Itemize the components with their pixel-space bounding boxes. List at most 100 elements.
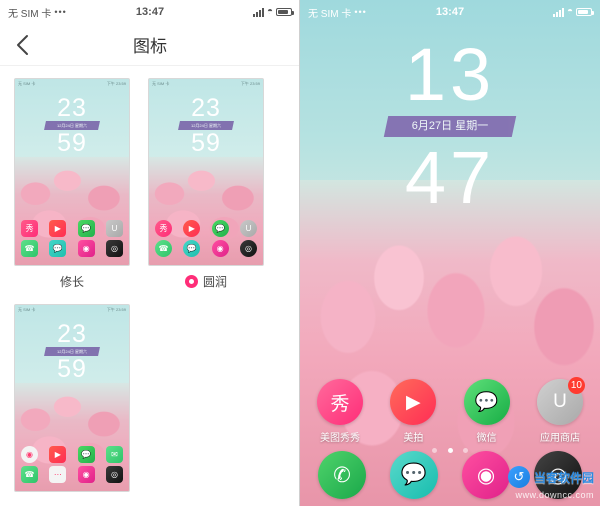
mini-clock: 23 12月24日 星期六 59 xyxy=(15,94,129,157)
watermark-url: www.downcc.com xyxy=(515,490,594,500)
mini-app-icon: ◉ xyxy=(21,446,38,463)
mini-clock-hour: 23 xyxy=(57,94,87,122)
selected-radio-icon[interactable] xyxy=(184,275,198,288)
watermark: ↺ 当客软件园 xyxy=(507,466,594,488)
icon-style-option-1[interactable]: 无 SIM 卡 下午 23:59 23 12月24日 星期六 59 秀 ▶ 💬 … xyxy=(14,78,130,290)
mini-time-label: 下午 23:59 xyxy=(106,306,126,312)
icon-style-option-3[interactable]: 无 SIM 卡 下午 23:59 23 12月24日 星期六 59 ◉ ▶ 💬 … xyxy=(14,304,130,499)
mini-clock-hour: 23 xyxy=(191,94,221,122)
icon-style-caption-2: 圆润 xyxy=(148,266,264,290)
mini-app-icon: ⋯ xyxy=(49,466,67,483)
thumbnail-preview[interactable]: 无 SIM 卡 下午 23:59 23 12月24日 星期六 59 ◉ ▶ 💬 … xyxy=(14,304,130,492)
mini-app-icon: 秀 xyxy=(155,220,172,237)
mini-app-icon: ◎ xyxy=(105,240,123,257)
mini-app-icon: ◎ xyxy=(239,240,257,257)
right-status-bar: 无 SIM 卡 ••• 13:47 ◓ xyxy=(300,0,600,24)
mini-app-icon: ☎ xyxy=(155,240,172,257)
lockscreen-clock: 13 6月27日 星期一 47 xyxy=(300,33,600,219)
thumbnail-preview[interactable]: 无 SIM 卡 下午 23:59 23 12月24日 星期六 59 秀 ▶ 💬 … xyxy=(148,78,264,266)
status-left-group: 无 SIM 卡 ••• xyxy=(8,5,67,20)
phone-glyph: ✆ xyxy=(333,463,351,487)
icon-style-label: 圆润 xyxy=(202,275,227,289)
watermark-text: 当客软件园 xyxy=(533,470,594,485)
mini-date-label: 12月24日 星期六 xyxy=(56,123,87,128)
browser-glyph: ◉ xyxy=(476,463,496,487)
mini-clock-minute: 59 xyxy=(191,129,221,157)
mini-app-icon: ◎ xyxy=(105,466,123,483)
date-banner: 6月27日 星期一 xyxy=(383,116,517,137)
appstore-icon[interactable]: U 10 xyxy=(536,377,585,425)
battery-icon xyxy=(276,8,294,16)
mini-clock-minute: 59 xyxy=(57,355,87,383)
appstore-glyph: U xyxy=(553,391,567,412)
mini-status-bar: 无 SIM 卡 下午 23:59 xyxy=(15,305,129,314)
clock-minute: 47 xyxy=(404,136,496,219)
wifi-icon: ◓ xyxy=(266,6,273,17)
mini-carrier-label: 无 SIM 卡 xyxy=(18,80,36,86)
mini-carrier-label: 无 SIM 卡 xyxy=(18,306,36,312)
mini-app-icon: ▶ xyxy=(49,446,67,463)
back-arrow-icon xyxy=(16,34,28,55)
mini-clock-hour: 23 xyxy=(57,320,87,348)
icon-style-grid: 无 SIM 卡 下午 23:59 23 12月24日 星期六 59 秀 ▶ 💬 … xyxy=(0,66,300,499)
clock-hour: 13 xyxy=(404,33,496,116)
back-button[interactable] xyxy=(0,24,44,66)
logo-glyph: ↺ xyxy=(513,469,525,484)
right-phone-screen: 无 SIM 卡 ••• 13:47 ◓ 13 6月27日 星期一 47 秀 美图… xyxy=(300,0,600,506)
mini-app-icon: ☎ xyxy=(21,466,38,483)
status-dots: ••• xyxy=(354,7,367,17)
left-phone-screen: 无 SIM 卡 ••• 13:47 ◓ 图标 无 SIM 卡 下午 23:59 xyxy=(0,0,300,506)
messages-icon[interactable]: 💬 xyxy=(390,451,438,499)
mini-clock-minute: 59 xyxy=(57,129,87,157)
mini-app-row-1: ◉ ▶ 💬 ✉ xyxy=(21,446,123,463)
mini-date-banner: 12月24日 星期六 xyxy=(44,121,100,130)
mini-app-icon: ◉ xyxy=(77,240,95,257)
home-app-row: 秀 美图秀秀 ▶ 美拍 💬 微信 U 10 应用商店 xyxy=(310,377,590,444)
battery-icon xyxy=(576,8,594,16)
app-meitu[interactable]: 秀 美图秀秀 xyxy=(310,379,370,444)
app-wechat[interactable]: 💬 微信 xyxy=(457,379,517,444)
phone-icon[interactable]: ✆ xyxy=(318,451,366,499)
mini-app-icon: 秀 xyxy=(21,220,38,237)
mini-app-row-2: ☎ 💬 ◉ ◎ xyxy=(155,240,257,257)
left-status-bar: 无 SIM 卡 ••• 13:47 ◓ xyxy=(0,0,300,24)
mini-status-bar: 无 SIM 卡 下午 23:59 xyxy=(149,79,263,88)
wechat-glyph: 💬 xyxy=(474,392,499,413)
mini-time-label: 下午 23:59 xyxy=(240,80,260,86)
meipai-glyph: ▶ xyxy=(406,391,421,413)
mini-app-icon: 💬 xyxy=(183,240,201,257)
icon-style-caption-3 xyxy=(14,492,130,499)
status-right-group: ◓ xyxy=(252,6,294,17)
mini-app-icon: ✉ xyxy=(105,446,123,463)
mini-app-icon: 💬 xyxy=(211,220,229,237)
dangbei-logo-icon: ↺ xyxy=(507,466,530,488)
status-dots: ••• xyxy=(54,7,67,17)
browser-icon[interactable]: ◉ xyxy=(462,451,510,499)
mini-app-row-1: 秀 ▶ 💬 U xyxy=(155,220,257,237)
mini-date-banner: 12月24日 星期六 xyxy=(178,121,234,130)
mini-date-banner: 12月24日 星期六 xyxy=(44,347,100,356)
date-label: 6月27日 星期一 xyxy=(411,120,489,132)
mini-status-bar: 无 SIM 卡 下午 23:59 xyxy=(15,79,129,88)
messages-glyph: 💬 xyxy=(400,463,428,486)
thumbnail-preview[interactable]: 无 SIM 卡 下午 23:59 23 12月24日 星期六 59 秀 ▶ 💬 … xyxy=(14,78,130,266)
mini-date-label: 12月24日 星期六 xyxy=(56,349,87,354)
signal-bars-icon xyxy=(252,7,264,17)
meitu-icon[interactable]: 秀 xyxy=(317,379,363,425)
signal-bars-icon xyxy=(552,7,564,17)
status-left-group: 无 SIM 卡 ••• xyxy=(308,5,367,20)
mini-date-label: 12月24日 星期六 xyxy=(190,123,221,128)
carrier-label: 无 SIM 卡 xyxy=(8,8,52,20)
app-meipai[interactable]: ▶ 美拍 xyxy=(383,379,443,444)
icon-style-label: 修长 xyxy=(59,275,84,289)
mini-time-label: 下午 23:59 xyxy=(106,80,126,86)
mini-app-icon: U xyxy=(239,220,257,237)
dock-app-phone[interactable]: ✆ xyxy=(312,451,372,499)
page-header: 图标 xyxy=(0,24,300,66)
meipai-icon[interactable]: ▶ xyxy=(390,379,437,425)
wechat-icon[interactable]: 💬 xyxy=(463,379,510,425)
app-appstore[interactable]: U 10 应用商店 xyxy=(530,377,590,444)
dock-app-messages[interactable]: 💬 xyxy=(384,451,444,499)
meitu-glyph: 秀 xyxy=(330,393,350,415)
icon-style-option-2[interactable]: 无 SIM 卡 下午 23:59 23 12月24日 星期六 59 秀 ▶ 💬 … xyxy=(148,78,264,290)
